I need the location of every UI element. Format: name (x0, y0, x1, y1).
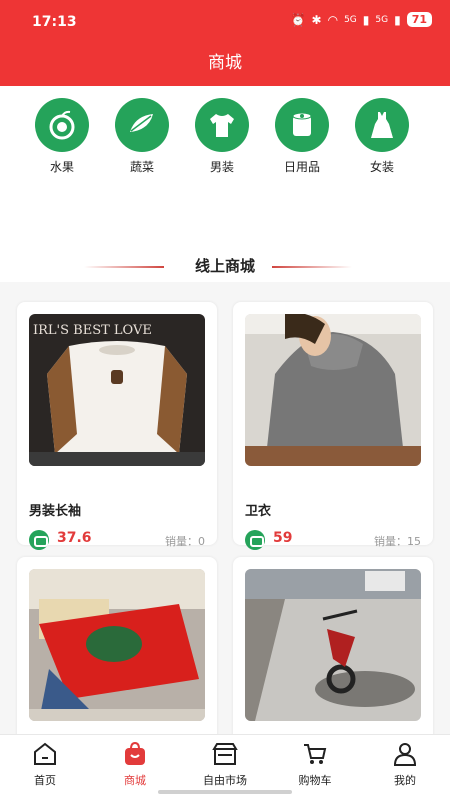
tab-label: 首页 (34, 774, 56, 787)
product-grid: IRL'S BEST LOVE 男装长袖 37.6 销量：0 卫衣 59 销量：… (0, 282, 450, 757)
sales-count: 0 (198, 535, 205, 548)
product-card[interactable]: IRL'S BEST LOVE 男装长袖 37.6 销量：0 (17, 302, 217, 550)
tab-mall[interactable]: 商城 (90, 741, 180, 788)
bluetooth-icon: ✱ (311, 12, 322, 27)
market-stall-icon (212, 743, 238, 765)
signal-icon: ▮ (362, 12, 370, 27)
category-label: 蔬菜 (129, 160, 154, 174)
home-indicator[interactable] (158, 790, 292, 794)
sales-count: 15 (407, 535, 421, 548)
status-icons: ⏰ ✱ ◠ 5G ▮ 5G ▮ 71 (291, 12, 432, 27)
category-womenswear[interactable]: 女装 (350, 98, 414, 175)
product-card[interactable]: 卫衣 59 销量：15 (233, 302, 433, 550)
signal-5g-label-2: 5G (375, 14, 389, 25)
dress-icon (355, 98, 409, 152)
tab-label: 商城 (124, 774, 146, 787)
wifi-icon: ◠ (327, 12, 339, 27)
tab-cart[interactable]: 购物车 (270, 741, 360, 788)
category-menswear[interactable]: 男装 (190, 98, 254, 175)
product-name: 男装长袖 (29, 504, 82, 519)
product-image-gift-box[interactable] (29, 569, 205, 721)
product-sales: 销量：15 (374, 533, 421, 549)
divider-left (84, 266, 164, 268)
alarm-icon: ⏰ (290, 12, 306, 27)
section-title: 线上商城 (194, 257, 255, 275)
tab-label: 我的 (394, 774, 416, 787)
category-label: 日用品 (283, 160, 320, 174)
fruit-icon (35, 98, 89, 152)
price-row: 59 销量：15 (245, 530, 421, 550)
product-image-motorcycle[interactable] (245, 569, 421, 721)
svg-text:IRL'S BEST LOVE: IRL'S BEST LOVE (33, 323, 152, 338)
tshirt-icon (195, 98, 249, 152)
page-title: 商城 (208, 53, 242, 73)
category-daily-goods[interactable]: 日用品 (270, 98, 334, 175)
tissue-roll-icon (275, 98, 329, 152)
section-header: 线上商城 (0, 252, 450, 282)
tab-profile[interactable]: 我的 (360, 741, 450, 788)
signal-icon-2: ▮ (394, 12, 401, 27)
tab-home[interactable]: 首页 (0, 741, 90, 788)
battery-indicator: 71 (406, 12, 432, 27)
tab-free-market[interactable]: 自由市场 (180, 741, 270, 788)
tab-label: 购物车 (298, 774, 332, 787)
product-price: 37.6 (57, 530, 92, 546)
sales-label: 销量： (165, 535, 198, 548)
tab-label: 自由市场 (203, 774, 247, 787)
nav-bar: 商城 (0, 46, 450, 86)
sales-label: 销量： (374, 535, 407, 548)
category-label: 男装 (209, 160, 234, 174)
product-name: 卫衣 (245, 504, 272, 519)
home-icon (34, 742, 56, 765)
price-row: 37.6 销量：0 (29, 530, 205, 550)
shopping-bag-icon (125, 741, 145, 765)
status-time: 17:13 (32, 14, 77, 30)
product-image-hoodie[interactable] (245, 314, 421, 466)
price-icon (245, 530, 265, 550)
category-label: 女装 (369, 160, 394, 174)
category-label: 水果 (49, 160, 74, 174)
status-bar: 17:13 ⏰ ✱ ◠ 5G ▮ 5G ▮ 71 (0, 0, 450, 46)
product-image-sweatshirt[interactable]: IRL'S BEST LOVE (29, 314, 205, 466)
signal-5g-label: 5G (344, 14, 357, 25)
person-icon (393, 743, 417, 766)
category-fruit[interactable]: 水果 (30, 98, 94, 175)
product-sales: 销量：0 (165, 533, 205, 549)
cart-icon (304, 744, 327, 764)
vegetable-icon (115, 98, 169, 152)
category-vegetable[interactable]: 蔬菜 (110, 98, 174, 175)
price-icon (29, 530, 49, 550)
product-price: 59 (273, 530, 293, 546)
divider-right (272, 266, 352, 268)
product-card[interactable] (233, 557, 433, 757)
product-card[interactable] (17, 557, 217, 757)
category-row: 水果 蔬菜 男装 日用品 女装 (0, 86, 450, 266)
